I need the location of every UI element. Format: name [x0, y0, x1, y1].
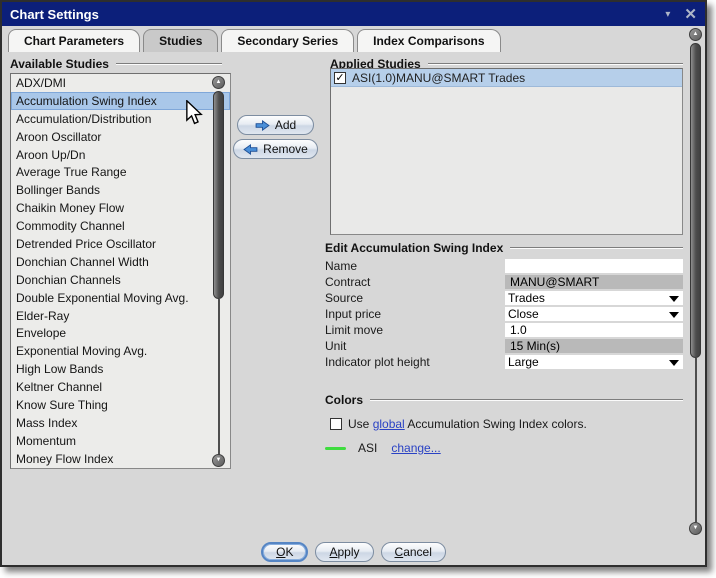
list-item[interactable]: Donchian Channels	[11, 271, 230, 289]
unit-label: Unit	[325, 339, 505, 353]
tab-chart-parameters[interactable]: Chart Parameters	[8, 29, 140, 52]
list-item[interactable]: Momentum	[11, 432, 230, 450]
chevron-down-icon	[669, 360, 679, 366]
dialog-scrollbar-track[interactable]	[695, 358, 697, 522]
list-item[interactable]: Bollinger Bands	[11, 181, 230, 199]
input-price-label: Input price	[325, 307, 505, 321]
source-label: Source	[325, 291, 505, 305]
list-item[interactable]: Detrended Price Oscillator	[11, 235, 230, 253]
list-item[interactable]: Commodity Channel	[11, 217, 230, 235]
indicator-plot-height-label: Indicator plot height	[325, 355, 505, 369]
asi-color-swatch	[325, 447, 346, 450]
screen: Chart Settings ▾ ✕ Chart Parameters Stud…	[0, 0, 716, 578]
applied-study-checkbox[interactable]: ✓	[334, 72, 346, 84]
titlebar[interactable]: Chart Settings ▾ ✕	[2, 2, 705, 26]
tab-index-comparisons[interactable]: Index Comparisons	[357, 29, 500, 52]
tab-secondary-series[interactable]: Secondary Series	[221, 29, 354, 52]
available-studies-header: Available Studies	[10, 57, 222, 71]
list-item[interactable]: Double Exponential Moving Avg.	[11, 289, 230, 307]
asi-label: ASI	[358, 441, 377, 455]
list-item[interactable]: Exponential Moving Avg.	[11, 342, 230, 360]
dialog-buttons: OK Apply Cancel	[0, 542, 707, 562]
change-color-link[interactable]: change...	[391, 441, 440, 455]
list-item[interactable]: Keltner Channel	[11, 378, 230, 396]
limit-move-label: Limit move	[325, 323, 505, 337]
window-title: Chart Settings	[10, 7, 99, 22]
list-item[interactable]: ADX/DMI	[11, 74, 230, 92]
add-button[interactable]: Add	[237, 115, 314, 135]
applied-study-row[interactable]: ✓ ASI(1.0)MANU@SMART Trades	[331, 69, 682, 87]
dialog-scroll-down-icon[interactable]: ▼	[689, 522, 702, 535]
chevron-down-icon	[669, 296, 679, 302]
list-item[interactable]: Money Flow Index	[11, 450, 230, 468]
applied-studies-list[interactable]: ✓ ASI(1.0)MANU@SMART Trades	[330, 68, 683, 235]
name-field[interactable]	[505, 259, 683, 273]
input-price-select[interactable]: Close	[505, 307, 683, 321]
list-item[interactable]: Know Sure Thing	[11, 396, 230, 414]
mouse-cursor-icon	[185, 100, 204, 131]
list-item[interactable]: Chaikin Money Flow	[11, 199, 230, 217]
list-item[interactable]: High Low Bands	[11, 360, 230, 378]
list-scroll-down-icon[interactable]: ▼	[212, 454, 225, 467]
list-item[interactable]: Envelope	[11, 324, 230, 342]
use-global-colors-checkbox[interactable]	[330, 418, 342, 430]
available-studies-list[interactable]: ADX/DMI Accumulation Swing Index Accumul…	[10, 73, 231, 469]
edit-study-form: Name Contract MANU@SMART Source Trades I…	[325, 259, 683, 371]
list-scroll-up-icon[interactable]: ▲	[212, 76, 225, 89]
cancel-button[interactable]: Cancel	[381, 542, 446, 562]
list-item[interactable]: Mass Index	[11, 414, 230, 432]
colors-header: Colors	[325, 393, 683, 407]
applied-study-label: ASI(1.0)MANU@SMART Trades	[352, 71, 525, 85]
source-select[interactable]: Trades	[505, 291, 683, 305]
ok-button[interactable]: OK	[261, 542, 308, 562]
asi-color-row: ASI change...	[325, 441, 441, 455]
list-item[interactable]: Donchian Channel Width	[11, 253, 230, 271]
edit-study-header: Edit Accumulation Swing Index	[325, 241, 683, 255]
list-scrollbar-track[interactable]	[218, 299, 220, 455]
dialog-scrollbar-thumb[interactable]	[690, 43, 701, 358]
contract-label: Contract	[325, 275, 505, 289]
name-label: Name	[325, 259, 505, 273]
list-scrollbar-thumb[interactable]	[213, 91, 224, 299]
close-icon[interactable]: ✕	[684, 5, 697, 23]
unit-field: 15 Min(s)	[505, 339, 683, 353]
indicator-plot-height-select[interactable]: Large	[505, 355, 683, 369]
remove-arrow-icon	[243, 144, 258, 155]
contract-field: MANU@SMART	[505, 275, 683, 289]
tab-studies[interactable]: Studies	[143, 29, 218, 52]
add-arrow-icon	[255, 120, 270, 131]
tab-bar: Chart Parameters Studies Secondary Serie…	[8, 29, 501, 52]
window-menu-icon[interactable]: ▾	[665, 9, 670, 20]
list-item[interactable]: Aroon Up/Dn	[11, 146, 230, 164]
list-item[interactable]: Average True Range	[11, 163, 230, 181]
limit-move-field[interactable]: 1.0	[505, 323, 683, 337]
use-global-colors-row: Use global Accumulation Swing Index colo…	[330, 417, 587, 431]
remove-button[interactable]: Remove	[233, 139, 318, 159]
chevron-down-icon	[669, 312, 679, 318]
list-item[interactable]: Elder-Ray	[11, 307, 230, 325]
global-link[interactable]: global	[373, 417, 405, 431]
apply-button[interactable]: Apply	[315, 542, 373, 562]
dialog-scroll-up-icon[interactable]: ▲	[689, 28, 702, 41]
